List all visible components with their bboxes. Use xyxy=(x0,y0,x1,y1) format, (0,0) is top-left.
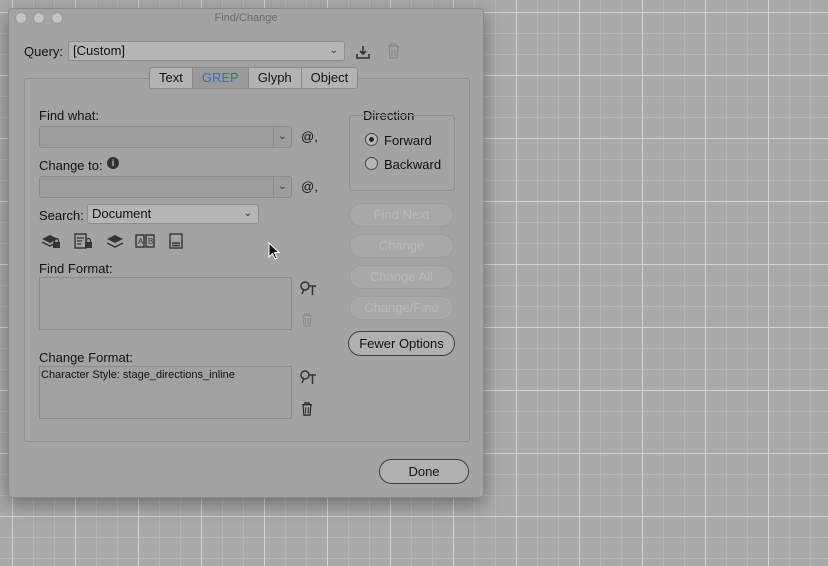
tab-text[interactable]: Text xyxy=(150,68,193,88)
chevron-down-icon[interactable]: ⌄ xyxy=(273,127,291,147)
change-format-value: Character Style: stage_directions_inline xyxy=(41,369,235,381)
format-search-icon[interactable] xyxy=(299,279,317,297)
find-format-box[interactable] xyxy=(39,277,292,330)
at-symbol-icon[interactable]: @, xyxy=(301,129,318,144)
find-next-button[interactable]: Find Next xyxy=(349,203,454,227)
fewer-options-button[interactable]: Fewer Options xyxy=(348,331,455,356)
footnotes-icon[interactable] xyxy=(167,232,185,250)
close-window-button[interactable] xyxy=(15,12,27,24)
tab-object[interactable]: Object xyxy=(302,68,358,88)
search-mode-tabs: Text GREP Glyph Object xyxy=(149,67,359,89)
change-all-button[interactable]: Change All xyxy=(349,265,454,289)
search-scope-value: Document xyxy=(92,206,152,221)
svg-text:A: A xyxy=(138,237,144,246)
chevron-down-icon: ⌄ xyxy=(243,208,252,219)
change-to-field[interactable]: ⌄ xyxy=(39,176,292,198)
chevron-down-icon: ⌄ xyxy=(329,45,338,56)
find-what-label: Find what: xyxy=(39,108,99,123)
find-change-dialog: Find/Change Query: [Custom] ⌄ Text GREP … xyxy=(8,8,484,498)
locked-layers-icon[interactable] xyxy=(41,232,61,250)
locked-stories-icon[interactable] xyxy=(73,232,93,250)
change-button[interactable]: Change xyxy=(349,234,454,258)
window-title: Find/Change xyxy=(214,12,278,24)
change-format-label: Change Format: xyxy=(39,350,133,365)
master-pages-icon[interactable]: AB xyxy=(135,232,155,250)
direction-group xyxy=(349,115,455,191)
search-scope-dropdown[interactable]: Document ⌄ xyxy=(87,204,259,224)
trash-icon[interactable] xyxy=(300,401,314,417)
query-label: Query: xyxy=(24,44,64,59)
query-dropdown[interactable]: [Custom] ⌄ xyxy=(68,41,345,61)
query-value: [Custom] xyxy=(73,43,126,58)
change-find-button[interactable]: Change/Find xyxy=(349,296,454,320)
format-search-icon[interactable] xyxy=(299,368,317,386)
save-query-icon[interactable] xyxy=(354,43,372,61)
info-icon[interactable]: i xyxy=(107,157,119,169)
forward-radio[interactable] xyxy=(365,133,378,146)
minimize-window-button[interactable] xyxy=(33,12,45,24)
zoom-window-button[interactable] xyxy=(51,12,63,24)
backward-label[interactable]: Backward xyxy=(384,157,441,172)
hidden-layers-icon[interactable] xyxy=(105,232,125,250)
trash-icon[interactable] xyxy=(300,312,314,328)
tab-grep[interactable]: GREP xyxy=(192,68,249,88)
change-format-box[interactable]: Character Style: stage_directions_inline xyxy=(39,366,292,419)
done-button[interactable]: Done xyxy=(379,459,469,484)
backward-radio[interactable] xyxy=(365,157,378,170)
change-to-label: Change to: xyxy=(39,158,103,173)
forward-label[interactable]: Forward xyxy=(384,133,432,148)
find-format-label: Find Format: xyxy=(39,261,113,276)
at-symbol-icon[interactable]: @, xyxy=(301,179,318,194)
tab-glyph[interactable]: Glyph xyxy=(249,68,302,88)
find-what-field[interactable]: ⌄ xyxy=(39,126,292,148)
svg-text:B: B xyxy=(148,237,153,246)
trash-icon[interactable] xyxy=(385,42,401,60)
chevron-down-icon[interactable]: ⌄ xyxy=(273,177,291,197)
mouse-cursor-icon xyxy=(268,242,280,260)
search-scope-label: Search: xyxy=(39,208,84,223)
